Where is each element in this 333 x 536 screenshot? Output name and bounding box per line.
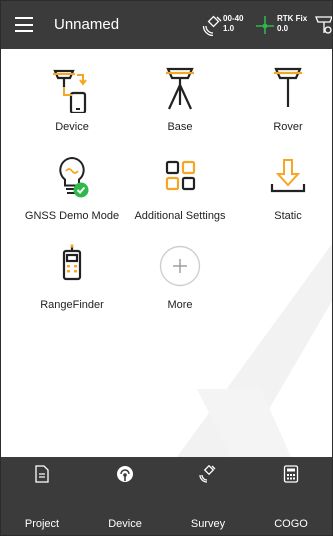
download-icon [270, 159, 306, 193]
tile-label: Rover [273, 121, 303, 133]
menu-icon[interactable] [15, 17, 33, 32]
calculator-icon [283, 465, 299, 483]
rover-status-icon[interactable] [314, 13, 332, 37]
device-nav-icon [117, 466, 133, 482]
tile-label: Static [274, 210, 302, 222]
nav-label: Project [24, 518, 60, 530]
top-bar: Unnamed 00-40 1.0 RTK Fix 0.0 [1, 1, 332, 49]
bottom-navigation: Project Device Survey COGO [1, 457, 332, 535]
plus-icon [159, 245, 201, 287]
nav-project[interactable]: Project [1, 457, 83, 535]
project-icon [35, 465, 49, 483]
satellite-count: 00-40 [223, 14, 244, 23]
grid-icon [165, 160, 196, 191]
project-title: Unnamed [54, 16, 120, 33]
nav-cogo[interactable]: COGO [250, 457, 332, 535]
crosshair-icon[interactable] [254, 14, 276, 36]
fix-status: RTK Fix [277, 14, 308, 23]
rangefinder-icon [62, 244, 82, 281]
base-icon [166, 67, 194, 110]
satellite-age: 1.0 [223, 24, 235, 33]
nav-device[interactable]: Device [84, 457, 166, 535]
app-window: Unnamed 00-40 1.0 RTK Fix 0.0 Device Bas… [1, 1, 332, 535]
survey-icon [199, 465, 216, 483]
rover-icon [274, 67, 302, 107]
fix-precision: 0.0 [277, 24, 289, 33]
tile-label: More [167, 299, 193, 311]
nav-label: Survey [190, 518, 226, 530]
nav-label: COGO [274, 518, 308, 530]
nav-survey[interactable]: Survey [167, 457, 249, 535]
nav-label: Device [108, 518, 142, 530]
satellite-icon[interactable] [202, 14, 224, 36]
device-icon [53, 69, 87, 113]
lightbulb-icon [59, 156, 89, 198]
